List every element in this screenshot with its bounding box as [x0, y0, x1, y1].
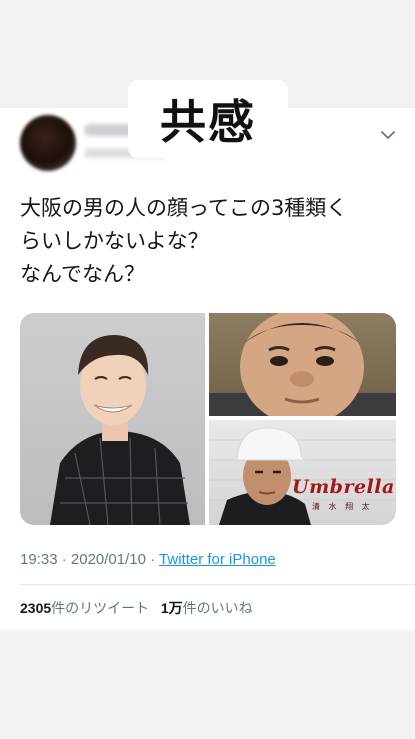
tweet-text-line: なんでなん？ — [20, 262, 145, 286]
divider — [20, 584, 415, 585]
tweet-text-line: 大阪の男の人の顔ってこの3種類く — [20, 196, 348, 220]
tweet-metadata: 19:33 · 2020/01/10 · Twitter for iPhone — [20, 551, 276, 568]
tweet-time: 19:33 — [20, 551, 58, 568]
tweet-text: 大阪の男の人の顔ってこの3種類く らいしかないよな？ なんでなん？ — [20, 192, 400, 291]
person-illustration — [209, 313, 396, 416]
tweet-date: 2020/01/10 — [70, 551, 146, 568]
likes-count: 1万 — [160, 600, 183, 616]
meta-separator: · — [150, 551, 156, 568]
chevron-down-icon[interactable] — [380, 128, 396, 142]
album-artist: 清 水 翔 太 — [312, 502, 373, 511]
avatar[interactable] — [20, 115, 76, 171]
album-logo: Umbrella — [292, 476, 395, 498]
retweets-label: 件のリツイート — [51, 600, 150, 616]
photo-top-right[interactable] — [209, 313, 396, 416]
overlay-caption: 共感 — [128, 80, 288, 158]
tweet-source-link[interactable]: Twitter for iPhone — [159, 551, 276, 568]
retweets-count: 2305 — [20, 600, 52, 616]
likes-label: 件のいいね — [182, 600, 253, 616]
tweet-stats: 2305件のリツイート 1万件のいいね — [20, 598, 253, 618]
retweets-stat[interactable]: 2305件のリツイート — [20, 600, 149, 616]
photo-left[interactable] — [20, 313, 205, 525]
meta-separator: · — [61, 551, 67, 568]
tweet-text-line: らいしかないよな？ — [20, 229, 209, 253]
likes-stat[interactable]: 1万件のいいね — [161, 600, 253, 616]
person-illustration — [50, 335, 190, 525]
